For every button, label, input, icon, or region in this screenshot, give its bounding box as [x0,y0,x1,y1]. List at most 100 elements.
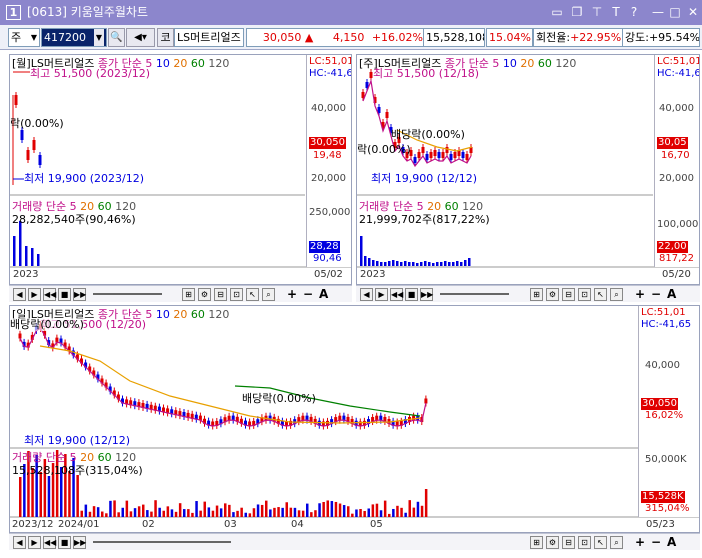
scroll-slider[interactable] [93,293,162,295]
monthly-price-axis: LC:51,01 HC:-41,6 40,000 30,050 19,48 20… [306,55,351,267]
ma-label: 단순 [45,200,67,213]
link-icon[interactable]: ▭ [550,5,564,19]
volume-bar [37,254,40,266]
dividend-label: 배당락(0.00%) [391,128,465,141]
speaker-icon[interactable]: ◀▾ [126,28,155,47]
scroll-right-icon[interactable]: ▶ [28,288,41,301]
close-icon[interactable]: ✕ [686,5,700,19]
indicator-icon[interactable]: ⊟ [562,288,575,301]
stop-icon[interactable]: ■ [58,288,71,301]
daily-chart-panel[interactable]: [일]LS머트리얼즈 종가 단순 5 10 20 60 120 최고 51,50… [9,305,700,533]
volume-bar [256,504,260,517]
ma60-label: 60 [537,57,552,70]
zoom-in-button[interactable]: + [287,287,297,301]
copy-window-icon[interactable]: ❐ [570,5,584,19]
volume-bar [31,248,34,266]
magnifier-icon[interactable]: ⌕ [610,536,623,549]
volume-bar [191,512,194,517]
compare-icon[interactable]: ⊡ [578,536,591,549]
vol-current-tag: 28,28 [309,241,340,253]
stop-icon[interactable]: ■ [405,288,418,301]
zoom-out-button[interactable]: − [303,287,313,301]
scroll-left-icon[interactable]: ◀ [13,288,26,301]
rewind-icon[interactable]: ◀◀ [43,536,56,549]
pin-icon[interactable]: ⊤ [590,5,604,19]
fast-forward-icon[interactable]: ▶▶ [73,288,86,301]
text-icon[interactable]: T [609,5,623,19]
volume-bar [330,501,334,517]
scroll-left-icon[interactable]: ◀ [13,536,26,549]
settings-icon[interactable]: ⚙ [198,288,211,301]
volume-bar [170,509,174,517]
cursor-icon[interactable]: ↖ [594,288,607,301]
fast-forward-icon[interactable]: ▶▶ [420,288,433,301]
help-icon[interactable]: ? [627,5,641,19]
candle-body [385,112,389,118]
scroll-left-icon[interactable]: ◀ [360,288,373,301]
scroll-right-icon[interactable]: ▶ [28,536,41,549]
font-button[interactable]: A [667,535,676,549]
ma60-label: 60 [97,200,112,213]
rewind-icon[interactable]: ◀◀ [43,288,56,301]
code-list-button[interactable]: 코 [157,28,174,47]
zoom-out-button[interactable]: − [651,535,661,549]
settings-icon[interactable]: ⚙ [546,288,559,301]
ma-label: 단순 [392,200,414,213]
stop-icon[interactable]: ■ [58,536,71,549]
volume-bar [392,508,395,517]
settings-icon[interactable]: ⚙ [546,536,559,549]
vol-rate-tag: 90,46 [313,253,342,264]
maximize-icon[interactable]: □ [668,5,682,19]
volume-bar [420,505,424,517]
code-input[interactable]: 417200 ▼ [41,28,107,47]
vol-axis-tick: 250,000 [309,207,351,218]
indicator-icon[interactable]: ⊟ [214,288,227,301]
fast-forward-icon[interactable]: ▶▶ [73,536,86,549]
axis-tick: 40,000 [311,103,346,114]
cursor-icon[interactable]: ↖ [594,536,607,549]
volume-bar [137,506,141,517]
volume-bar [84,504,88,517]
volume-bar [252,508,256,517]
search-icon[interactable]: 🔍 [108,28,125,47]
compare-icon[interactable]: ⊡ [230,288,243,301]
zoom-in-button[interactable]: + [635,287,645,301]
ma120-label: 120 [208,308,230,321]
volume-bar [92,506,96,517]
date-label: 05 [370,519,383,530]
indicator-icon[interactable]: ⊟ [562,536,575,549]
scroll-slider[interactable] [93,541,232,543]
ma120-label: 120 [115,200,137,213]
zoom-out-button[interactable]: − [651,287,661,301]
candle-body [413,157,417,163]
vol-rate-tag: 817,22 [659,253,694,264]
minimize-icon[interactable]: — [651,5,665,19]
chart-type-icon[interactable]: ⊞ [182,288,195,301]
magnifier-icon[interactable]: ⌕ [610,288,623,301]
volume-rate-field: 15.04% [486,28,533,47]
toolbar: 주 ▼ 417200 ▼ 🔍 ◀▾ 코 LS머트리얼즈 30,050 ▲ 4,150… [0,25,702,50]
weekly-chart-panel[interactable]: [주]LS머트리얼즈 종가 단순 5 10 20 60 120 최고 51,50… [356,54,700,285]
font-button[interactable]: A [319,287,328,301]
volume-bar [25,246,28,266]
zoom-in-button[interactable]: + [635,535,645,549]
volume-bar [121,507,124,517]
cursor-icon[interactable]: ↖ [246,288,259,301]
ma-label: 단순 [45,451,67,464]
font-button[interactable]: A [667,287,676,301]
rewind-icon[interactable]: ◀◀ [390,288,403,301]
volume-bar [105,513,108,517]
weekly-price-axis: LC:51,01 HC:-41,6 40,000 30,05 16,70 20,… [654,55,699,267]
scroll-slider[interactable] [440,293,509,295]
chart-type-icon[interactable]: ⊞ [530,288,543,301]
scroll-right-icon[interactable]: ▶ [375,288,388,301]
volume-bar [129,511,133,517]
monthly-chart-panel[interactable]: [월]LS머트리얼즈 종가 단순 5 10 20 60 120 최고 51,50… [9,54,352,285]
period-select[interactable]: 주 ▼ [8,28,40,47]
volume-bar [360,236,363,266]
high-label: 최고 51,500 (2023/12) [30,67,151,80]
vol-rate-tag: 315,04% [645,503,690,514]
compare-icon[interactable]: ⊡ [578,288,591,301]
magnifier-icon[interactable]: ⌕ [262,288,275,301]
chart-type-icon[interactable]: ⊞ [530,536,543,549]
